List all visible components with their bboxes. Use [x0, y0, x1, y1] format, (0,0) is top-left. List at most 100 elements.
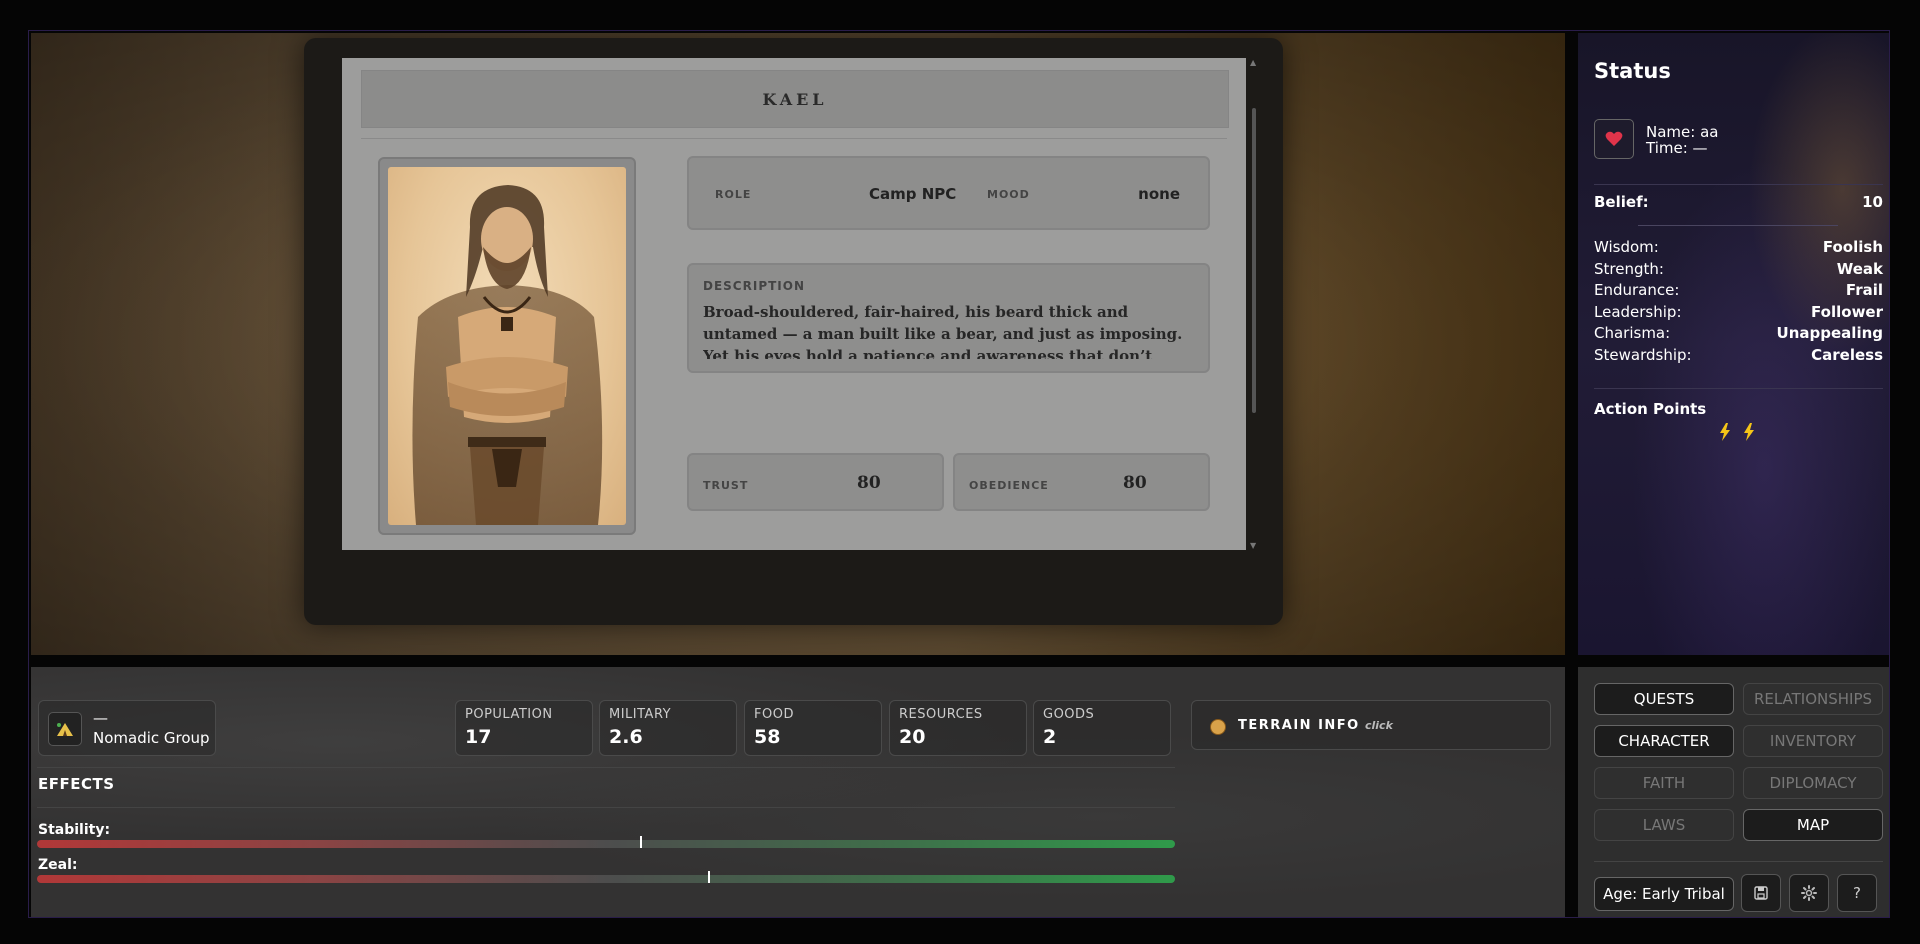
gear-icon — [1801, 885, 1817, 901]
attribute-value: Careless — [1811, 346, 1883, 364]
help-button[interactable]: ? — [1837, 874, 1877, 912]
attribute-label: Leadership: — [1594, 303, 1682, 321]
stability-label: Stability: — [38, 822, 111, 838]
attribute-label: Strength: — [1594, 260, 1664, 278]
attribute-label: Stewardship: — [1594, 346, 1692, 364]
trust-label: TRUST — [703, 479, 749, 492]
tab-relationships[interactable]: RELATIONSHIPS — [1743, 683, 1883, 715]
obedience-box: OBEDIENCE 80 — [953, 453, 1210, 511]
scroll-down-icon[interactable]: ▼ — [1250, 541, 1256, 550]
settings-button[interactable] — [1789, 874, 1829, 912]
dialog-content: KAEL ROLE Camp NPC MOOD none DESCRIPTION… — [342, 58, 1246, 550]
tab-inventory[interactable]: INVENTORY — [1743, 725, 1883, 757]
save-icon — [1754, 886, 1768, 900]
tent-icon — [57, 723, 73, 736]
attribute-row: Charisma: Unappealing — [1594, 324, 1883, 342]
attribute-value: Unappealing — [1776, 324, 1883, 342]
role-mood-box: ROLE Camp NPC MOOD none — [687, 156, 1210, 230]
lightning-icon — [1744, 423, 1754, 441]
status-title: Status — [1594, 59, 1671, 83]
portrait-sketch — [412, 185, 603, 525]
bottom-bar: — Nomadic Group POPULATION 17 MILITARY 2… — [31, 667, 1565, 917]
action-points-label: Action Points — [1594, 400, 1707, 418]
scroll-up-icon[interactable]: ▲ — [1250, 58, 1256, 67]
group-chip[interactable]: — Nomadic Group — [38, 700, 216, 756]
description-text: Broad-shouldered, fair-haired, his beard… — [703, 303, 1183, 359]
heart-icon — [1605, 131, 1623, 146]
role-value: Camp NPC — [869, 185, 957, 203]
stability-marker — [640, 836, 643, 848]
stat-label: GOODS — [1043, 707, 1095, 722]
status-panel: Status Name: aa Time: — Belief: 10 Wisdo… — [1578, 33, 1889, 655]
stat-value: 2 — [1043, 726, 1057, 748]
mood-value: none — [1138, 185, 1180, 203]
stat-label: MILITARY — [609, 707, 672, 722]
effects-title: EFFECTS — [38, 775, 115, 793]
stat-label: FOOD — [754, 707, 794, 722]
heart-button[interactable] — [1594, 119, 1634, 159]
stat-value: 2.6 — [609, 726, 643, 748]
description-box: DESCRIPTION Broad-shouldered, fair-haire… — [687, 263, 1210, 373]
scroll-thumb[interactable] — [1252, 108, 1256, 413]
attribute-label: Wisdom: — [1594, 238, 1659, 256]
obedience-value: 80 — [1123, 473, 1147, 493]
character-portrait — [388, 167, 626, 525]
terrain-icon — [1210, 719, 1226, 735]
tab-faith[interactable]: FAITH — [1594, 767, 1734, 799]
attribute-row: Endurance: Frail — [1594, 281, 1883, 299]
tab-diplomacy[interactable]: DIPLOMACY — [1743, 767, 1883, 799]
tab-quests[interactable]: QUESTS — [1594, 683, 1734, 715]
divider — [1594, 388, 1883, 389]
group-type: Nomadic Group — [93, 729, 210, 747]
tab-character[interactable]: CHARACTER — [1594, 725, 1734, 757]
stability-bar — [37, 836, 1175, 848]
zeal-marker — [708, 871, 711, 883]
belief-row: Belief: 10 — [1594, 193, 1883, 211]
divider — [1638, 225, 1838, 226]
attribute-value: Frail — [1845, 281, 1883, 299]
attribute-row: Strength: Weak — [1594, 260, 1883, 278]
divider — [361, 138, 1227, 139]
lightning-icon — [1720, 423, 1730, 441]
stat-goods: GOODS 2 — [1033, 700, 1171, 756]
role-label: ROLE — [715, 188, 752, 201]
stat-population: POPULATION 17 — [455, 700, 593, 756]
character-dialog: KAEL ROLE Camp NPC MOOD none DESCRIPTION… — [304, 38, 1283, 625]
divider — [1594, 861, 1883, 862]
terrain-hint: click — [1365, 719, 1393, 732]
tab-panel: QUESTS RELATIONSHIPS CHARACTER INVENTORY FAI… — [1578, 667, 1889, 917]
divider — [37, 767, 1175, 768]
mood-label: MOOD — [987, 188, 1030, 201]
attribute-value: Follower — [1811, 303, 1883, 321]
stat-label: POPULATION — [465, 707, 553, 722]
stat-food: FOOD 58 — [744, 700, 882, 756]
trust-box: TRUST 80 — [687, 453, 944, 511]
portrait-frame — [378, 157, 636, 535]
stat-military: MILITARY 2.6 — [599, 700, 737, 756]
stat-value: 17 — [465, 726, 492, 748]
zeal-bar — [37, 871, 1175, 883]
group-name: — — [93, 709, 108, 727]
belief-label: Belief: — [1594, 193, 1649, 211]
stat-value: 58 — [754, 726, 781, 748]
attribute-row: Leadership: Follower — [1594, 303, 1883, 321]
dialog-scrollbar[interactable]: ▲ ▼ — [1247, 58, 1261, 550]
terrain-info-button[interactable]: TERRAIN INFO click — [1191, 700, 1551, 750]
tab-laws[interactable]: LAWS — [1594, 809, 1734, 841]
player-time: Time: — — [1646, 139, 1708, 157]
main-view: KAEL ROLE Camp NPC MOOD none DESCRIPTION… — [31, 33, 1565, 655]
stat-value: 20 — [899, 726, 926, 748]
terrain-label: TERRAIN INFO — [1238, 718, 1360, 733]
tab-map[interactable]: MAP — [1743, 809, 1883, 841]
divider — [1594, 184, 1883, 185]
belief-value: 10 — [1862, 193, 1883, 211]
stat-label: RESOURCES — [899, 707, 983, 722]
trust-value: 80 — [857, 473, 881, 493]
divider — [37, 807, 1175, 808]
attribute-row: Wisdom: Foolish — [1594, 238, 1883, 256]
description-label: DESCRIPTION — [703, 279, 806, 293]
attribute-value: Weak — [1836, 260, 1883, 278]
age-display: Age: Early Tribal — [1594, 877, 1734, 911]
attribute-label: Endurance: — [1594, 281, 1680, 299]
save-button[interactable] — [1741, 874, 1781, 912]
